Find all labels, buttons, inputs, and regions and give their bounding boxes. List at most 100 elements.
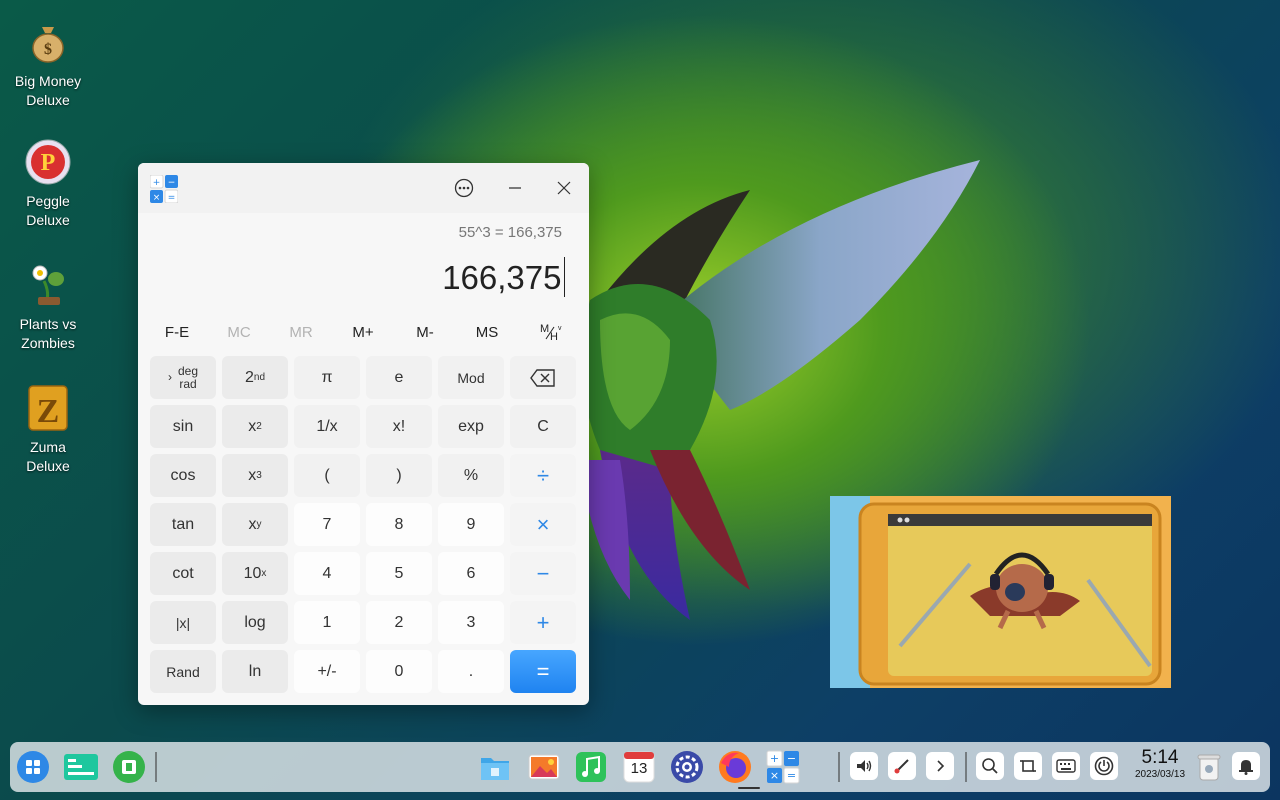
factorial-button[interactable]: x! (366, 405, 432, 448)
calculator-app-icon: + − × = (150, 175, 178, 203)
result-text[interactable]: 166,375 (442, 257, 565, 297)
ms-button[interactable]: MS (460, 315, 514, 349)
mod-button[interactable]: Mod (438, 356, 504, 399)
x2-sup: 2 (256, 421, 262, 432)
search-button[interactable] (976, 752, 1004, 780)
right-paren-button[interactable]: ) (366, 454, 432, 497)
app-store-icon (113, 751, 145, 783)
digit-4-button[interactable]: 4 (294, 552, 360, 595)
calculator-icon: + − × = (766, 750, 800, 784)
desktop-icon-label: Deluxe (26, 92, 70, 108)
multitasking-icon (64, 754, 98, 780)
desktop-icon-big-money[interactable]: $ Big Money Deluxe (8, 18, 88, 110)
pi-button[interactable]: π (294, 356, 360, 399)
digit-1-button[interactable]: 1 (294, 601, 360, 644)
menu-icon[interactable] (450, 175, 478, 201)
minimize-icon[interactable] (501, 175, 529, 201)
cot-button[interactable]: cot (150, 552, 216, 595)
svg-text:×: × (770, 769, 779, 782)
second-label: 2 (244, 368, 254, 386)
exp-button[interactable]: exp (438, 405, 504, 448)
ten-power-x-button[interactable]: 10 x (222, 552, 288, 595)
x-cubed-button[interactable]: x3 (222, 454, 288, 497)
digit-5-button[interactable]: 5 (366, 552, 432, 595)
x3-label: x (248, 466, 257, 484)
ln-button[interactable]: ln (222, 650, 288, 693)
percent-button[interactable]: % (438, 454, 504, 497)
keyboard-button[interactable] (1052, 752, 1080, 780)
file-manager-button[interactable] (476, 748, 514, 786)
expand-tray-button[interactable] (926, 752, 954, 780)
bell-icon (1239, 760, 1253, 775)
deg-rad-toggle[interactable]: › deg rad (150, 356, 216, 399)
volume-icon (857, 760, 872, 772)
cos-button[interactable]: cos (150, 454, 216, 497)
digit-7-button[interactable]: 7 (294, 503, 360, 546)
launcher-button[interactable] (14, 748, 52, 786)
digit-6-button[interactable]: 6 (438, 552, 504, 595)
desktop-icon-peggle[interactable]: P Peggle Deluxe (8, 138, 88, 230)
digit-2-button[interactable]: 2 (366, 601, 432, 644)
fe-button[interactable]: F-E (150, 315, 204, 349)
image-viewer-button[interactable] (525, 748, 563, 786)
e-button[interactable]: e (366, 356, 432, 399)
tenx-label: 10 (243, 564, 262, 582)
zuma-icon: Z (24, 384, 72, 432)
memory-history-button[interactable]: M H v (522, 315, 576, 349)
dock-separator (155, 752, 157, 782)
multiply-button[interactable]: × (510, 503, 576, 546)
power-button[interactable] (1090, 752, 1118, 780)
clock[interactable]: 5:14 2023/03/13 (1128, 747, 1192, 781)
abs-button[interactable]: |x| (150, 601, 216, 644)
screenshot-button[interactable] (1014, 752, 1042, 780)
screenshot-icon (1020, 760, 1036, 772)
calculator-dock-button[interactable]: + − × = (764, 748, 802, 786)
desktop-icon-plants-vs-zombies[interactable]: Plants vs Zombies (8, 261, 88, 353)
mc-button[interactable]: MC (212, 315, 266, 349)
music-button[interactable] (572, 748, 610, 786)
x-squared-button[interactable]: x2 (222, 405, 288, 448)
digit-9-button[interactable]: 9 (438, 503, 504, 546)
equals-button[interactable]: = (510, 650, 576, 693)
desktop-icon-label: Deluxe (26, 458, 70, 474)
divide-button[interactable]: ÷ (510, 454, 576, 497)
x-power-y-button[interactable]: xy (222, 503, 288, 546)
plus-button[interactable]: + (510, 601, 576, 644)
calculator-window: + − × = 55^3 = 166,375 166,375 F-E MC MR… (138, 163, 589, 705)
rand-button[interactable]: Rand (150, 650, 216, 693)
m-minus-button[interactable]: M- (398, 315, 452, 349)
decimal-button[interactable]: . (438, 650, 504, 693)
trash-icon (1197, 754, 1221, 781)
m-plus-button[interactable]: M+ (336, 315, 390, 349)
close-icon[interactable] (550, 175, 578, 201)
second-function-button[interactable]: 2nd (222, 356, 288, 399)
calculator-titlebar[interactable]: + − × = (138, 163, 589, 213)
multitasking-view-button[interactable] (62, 748, 100, 786)
digit-8-button[interactable]: 8 (366, 503, 432, 546)
log-button[interactable]: log (222, 601, 288, 644)
tan-button[interactable]: tan (150, 503, 216, 546)
trash-button[interactable] (1190, 748, 1228, 786)
firefox-button[interactable] (716, 748, 754, 786)
digit-0-button[interactable]: 0 (366, 650, 432, 693)
xy-label: x (248, 515, 257, 533)
left-paren-button[interactable]: ( (294, 454, 360, 497)
screen-capture-button[interactable] (888, 752, 916, 780)
negate-button[interactable]: +/- (294, 650, 360, 693)
app-store-button[interactable] (110, 748, 148, 786)
svg-text:M: M (540, 323, 549, 335)
backspace-button[interactable] (510, 356, 576, 399)
memory-history-icon: M H v (540, 323, 562, 343)
video-preview-window[interactable] (830, 496, 1171, 688)
digit-3-button[interactable]: 3 (438, 601, 504, 644)
minus-button[interactable]: − (510, 552, 576, 595)
volume-button[interactable] (850, 752, 878, 780)
mr-button[interactable]: MR (274, 315, 328, 349)
sin-button[interactable]: sin (150, 405, 216, 448)
settings-button[interactable] (668, 748, 706, 786)
desktop-icon-zuma[interactable]: Z Zuma Deluxe (8, 384, 88, 476)
calendar-button[interactable]: 13 (620, 748, 658, 786)
notifications-button[interactable] (1232, 752, 1260, 780)
reciprocal-button[interactable]: 1/x (294, 405, 360, 448)
clear-button[interactable]: C (510, 405, 576, 448)
